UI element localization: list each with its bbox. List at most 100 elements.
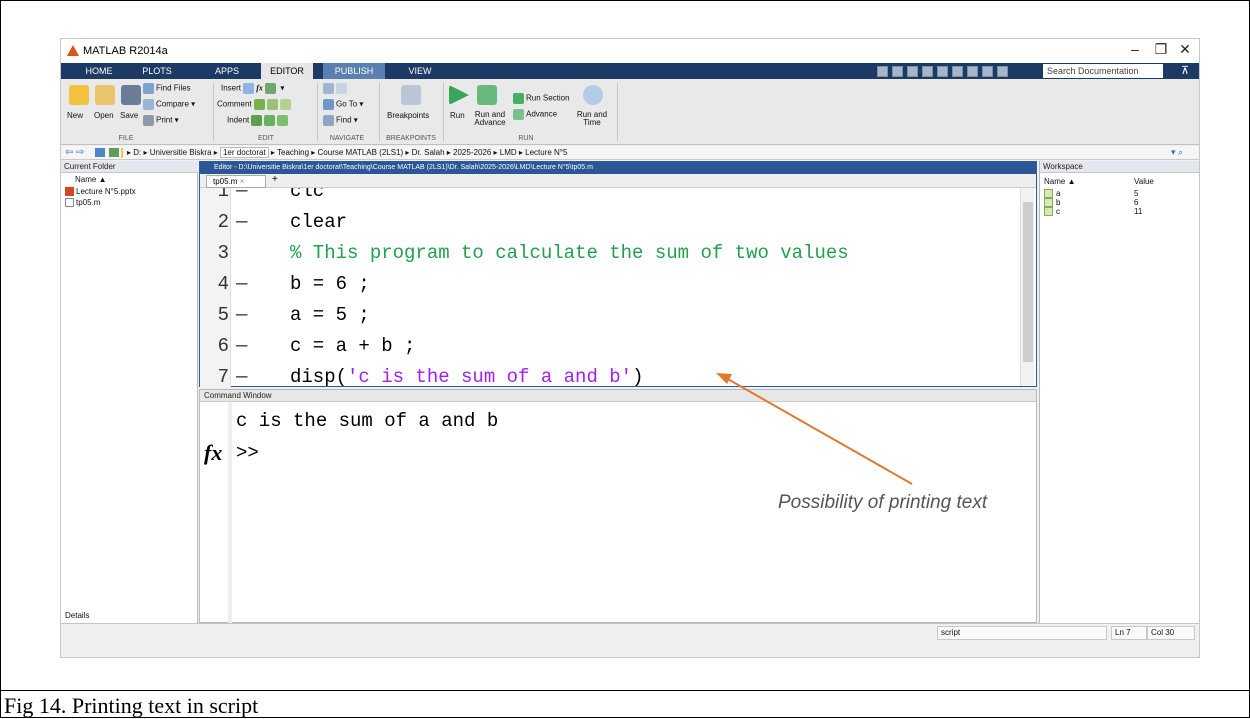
editor-title: Editor - D:\Universitie Biskra\1er docto… — [200, 162, 1036, 174]
back-forward-buttons[interactable] — [323, 83, 349, 94]
m-file-icon — [65, 198, 74, 208]
crumb-teaching[interactable]: Teaching — [277, 148, 309, 157]
browse-folder-icon[interactable] — [109, 148, 119, 157]
code-line[interactable]: 3 % This program to calculate the sum of … — [200, 238, 1020, 269]
address-search-icon[interactable]: ▾ ⌕ — [1171, 147, 1183, 158]
up-folder-icon[interactable] — [95, 148, 105, 157]
details-panel-label[interactable]: Details — [65, 611, 89, 620]
comment-button[interactable]: Comment — [217, 99, 293, 110]
tab-apps[interactable]: APPS — [207, 63, 247, 79]
print-button[interactable]: Print ▾ — [143, 115, 179, 126]
indent-button[interactable]: Indent — [227, 115, 290, 126]
run-time-button[interactable]: Run and Time — [575, 111, 609, 127]
increase-indent-icon — [264, 115, 276, 126]
crumb-drive[interactable]: D: — [133, 148, 141, 157]
toolbar-icon[interactable] — [937, 65, 948, 77]
tab-home[interactable]: HOME — [75, 63, 123, 79]
code-token: clear — [290, 211, 348, 233]
breakpoints-button[interactable]: Breakpoints — [387, 111, 429, 120]
crumb-year[interactable]: 2025-2026 — [453, 148, 491, 157]
ws-variable-name[interactable]: b — [1044, 198, 1060, 208]
tab-plots[interactable]: PLOTS — [133, 63, 181, 79]
code-area[interactable]: 1 — clc 2 — clear 3 % This program to calculate… — [200, 188, 1020, 388]
close-tab-icon[interactable]: × — [240, 177, 245, 186]
function-browser-icon[interactable]: fx — [204, 440, 222, 466]
run-section-icon — [513, 93, 524, 104]
breakpoint-marker[interactable]: — — [236, 362, 247, 388]
collapse-ribbon-icon[interactable]: ⊼ — [1177, 64, 1193, 78]
tab-view[interactable]: VIEW — [395, 63, 445, 79]
toolbar-icon[interactable] — [892, 65, 903, 77]
breakpoint-marker[interactable]: — — [236, 300, 247, 331]
name-column-header[interactable]: Name ▲ — [75, 175, 106, 184]
new-button[interactable]: New — [67, 111, 83, 120]
find-files-button[interactable]: Find Files — [143, 83, 191, 94]
code-text: clear — [290, 207, 347, 238]
help-icon[interactable] — [997, 65, 1008, 77]
breakpoint-marker[interactable]: — — [236, 207, 247, 238]
save-button[interactable]: Save — [120, 111, 138, 120]
ws-value-header[interactable]: Value — [1134, 177, 1154, 186]
ws-variable-name[interactable]: c — [1044, 207, 1060, 217]
new-tab-button[interactable]: + — [272, 174, 278, 185]
toolbar-icon[interactable] — [952, 65, 963, 77]
crumb-author[interactable]: Dr. Salah — [412, 148, 445, 157]
file-item[interactable]: Lecture N°5.pptx — [65, 187, 136, 197]
toolbar-icon[interactable] — [922, 65, 933, 77]
crumb-lmd[interactable]: LMD — [500, 148, 517, 157]
code-line[interactable]: 5 — a = 5 ; — [200, 300, 1020, 331]
section-divider — [617, 83, 618, 141]
code-token: clc — [290, 188, 325, 202]
search-documentation-input[interactable]: Search Documentation — [1043, 64, 1163, 78]
navigate-section-label: NAVIGATE — [329, 135, 365, 142]
breakpoint-marker[interactable]: — — [236, 269, 247, 300]
current-folder-panel: Current Folder Name ▲ Lecture N°5.pptx t… — [61, 161, 198, 623]
close-button[interactable]: ✕ — [1171, 41, 1199, 61]
caption-row: Fig 14. Printing text in script — [0, 690, 1250, 718]
crumb-lecture[interactable]: Lecture N°5 — [525, 148, 567, 157]
code-line[interactable]: 7 — disp('c is the sum of a and b') — [200, 362, 1020, 388]
run-button[interactable]: Run — [450, 111, 465, 120]
breakpoint-marker[interactable]: — — [236, 331, 247, 362]
insert-button[interactable]: Insert fx ▾ — [221, 83, 284, 94]
toolbar-icon[interactable] — [877, 65, 888, 77]
open-button[interactable]: Open — [94, 111, 114, 120]
find-button[interactable]: Find ▾ — [323, 115, 358, 126]
file-name: Lecture N°5.pptx — [76, 187, 136, 196]
file-tab-tp05[interactable]: tp05.m × — [206, 175, 266, 188]
scrollbar-thumb[interactable] — [1023, 202, 1033, 362]
minimize-button[interactable]: – — [1121, 41, 1149, 61]
toolbar-icon[interactable] — [907, 65, 918, 77]
code-line[interactable]: 4 — b = 6 ; — [200, 269, 1020, 300]
toolbar-icon[interactable] — [967, 65, 978, 77]
toolbar-icon[interactable] — [982, 65, 993, 77]
back-forward-icon[interactable]: ⇦ ⇨ — [65, 147, 85, 158]
breakpoint-marker[interactable]: — — [236, 188, 247, 207]
code-line[interactable]: 2 — clear — [200, 207, 1020, 238]
ws-name-header[interactable]: Name ▲ — [1044, 177, 1075, 186]
code-token: ) — [632, 366, 644, 388]
current-folder-title: Current Folder — [61, 161, 198, 173]
tab-editor[interactable]: EDITOR — [261, 63, 313, 79]
ws-variable-name[interactable]: a — [1044, 189, 1060, 199]
crumb-course[interactable]: Course MATLAB (2LS1) — [318, 148, 404, 157]
crumb-university[interactable]: Universitie Biskra — [150, 148, 212, 157]
wrap-comments-icon — [279, 99, 291, 110]
matlab-logo-icon — [67, 45, 79, 56]
ws-variable-value: 11 — [1134, 207, 1143, 216]
open-icon — [95, 85, 115, 105]
run-section-button[interactable]: Run Section — [513, 93, 570, 104]
forward-icon — [336, 83, 347, 94]
search-icon[interactable]: ⌕ — [1153, 64, 1167, 78]
tab-publish[interactable]: PUBLISH — [323, 63, 385, 79]
compare-button[interactable]: Compare ▾ — [143, 99, 195, 110]
command-prompt[interactable]: >> — [236, 442, 259, 464]
file-item[interactable]: tp05.m — [65, 198, 100, 208]
advance-button[interactable]: Advance — [513, 109, 557, 120]
run-advance-button[interactable]: Run and Advance — [473, 111, 507, 127]
code-line[interactable]: 6 — c = a + b ; — [200, 331, 1020, 362]
editor-scrollbar[interactable] — [1020, 188, 1034, 386]
crumb-doctorat[interactable]: 1er doctorat — [219, 147, 269, 158]
goto-button[interactable]: Go To ▾ — [323, 99, 363, 110]
code-line[interactable]: 1 — clc — [200, 188, 1020, 207]
